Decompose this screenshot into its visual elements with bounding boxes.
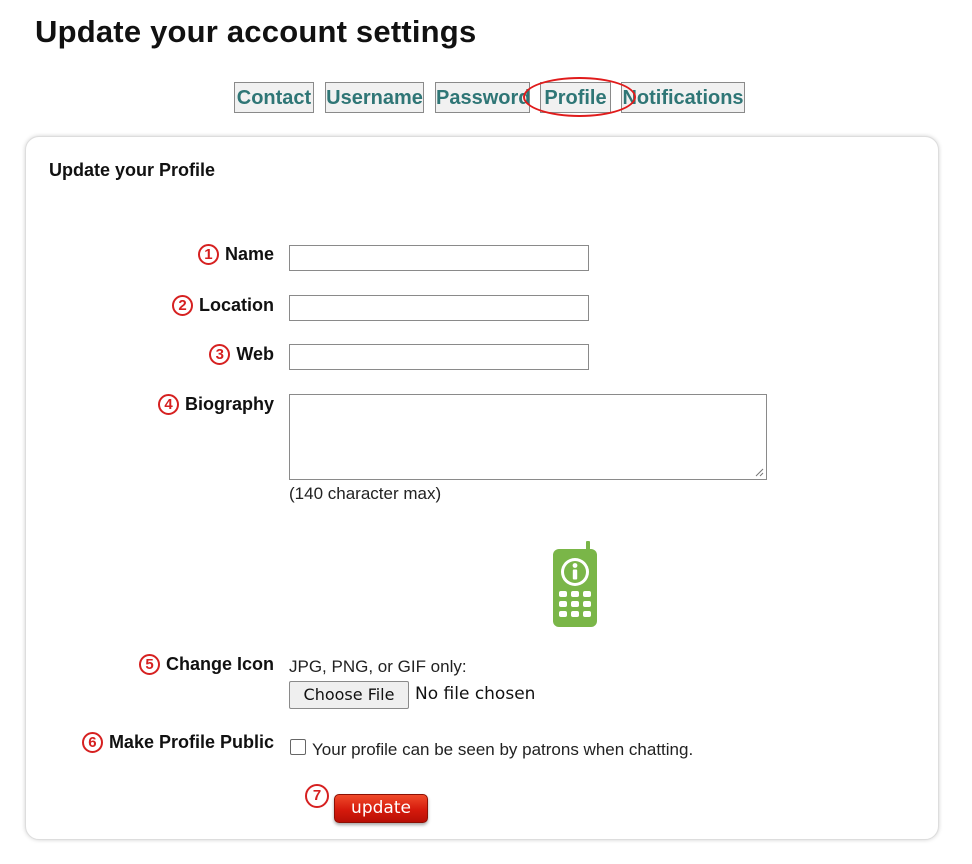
- make-public-description: Your profile can be seen by patrons when…: [312, 740, 694, 759]
- biography-textarea[interactable]: [289, 394, 767, 480]
- file-type-hint: JPG, PNG, or GIF only:: [289, 657, 467, 676]
- biography-label: Biography: [184, 394, 274, 414]
- step-marker: 5: [138, 654, 160, 675]
- name-label-row: 1 Name: [197, 244, 274, 265]
- name-label: Name: [224, 244, 274, 264]
- location-input[interactable]: [289, 295, 589, 321]
- location-label: Location: [199, 295, 274, 315]
- make-public-label: Make Profile Public: [108, 732, 274, 752]
- location-label-row: 2 Location: [172, 295, 274, 316]
- tab-contact[interactable]: Contact: [234, 82, 314, 113]
- choose-file-button[interactable]: Choose File: [289, 681, 409, 709]
- panel-title: Update your Profile: [49, 160, 216, 180]
- change-icon-label-row: 5 Change Icon: [138, 654, 274, 675]
- resize-grip-icon[interactable]: [754, 467, 764, 477]
- update-button[interactable]: update: [334, 794, 428, 823]
- biography-hint: (140 character max): [289, 484, 442, 503]
- page-title: Update your account settings: [35, 14, 477, 49]
- change-icon-label: Change Icon: [165, 654, 274, 674]
- web-label: Web: [236, 344, 274, 364]
- step-marker: 3: [209, 344, 231, 365]
- step-marker: 2: [172, 295, 193, 316]
- step-marker: 7: [305, 784, 329, 808]
- web-label-row: 3 Web: [209, 344, 274, 365]
- step-marker: 1: [197, 244, 219, 265]
- tab-username[interactable]: Username: [325, 82, 424, 113]
- tab-profile[interactable]: Profile: [540, 82, 611, 113]
- name-input[interactable]: [289, 245, 589, 271]
- file-status: No file chosen: [415, 684, 536, 704]
- biography-label-row: 4 Biography: [157, 394, 274, 415]
- tab-password[interactable]: Password: [435, 82, 530, 113]
- tab-notifications[interactable]: Notifications: [621, 82, 745, 113]
- make-public-checkbox[interactable]: [290, 739, 306, 755]
- web-input[interactable]: [289, 344, 589, 370]
- step-marker: 6: [81, 732, 103, 753]
- step-marker: 4: [157, 394, 179, 415]
- phone-info-icon: [553, 541, 597, 627]
- public-label-row: 6 Make Profile Public: [81, 732, 274, 753]
